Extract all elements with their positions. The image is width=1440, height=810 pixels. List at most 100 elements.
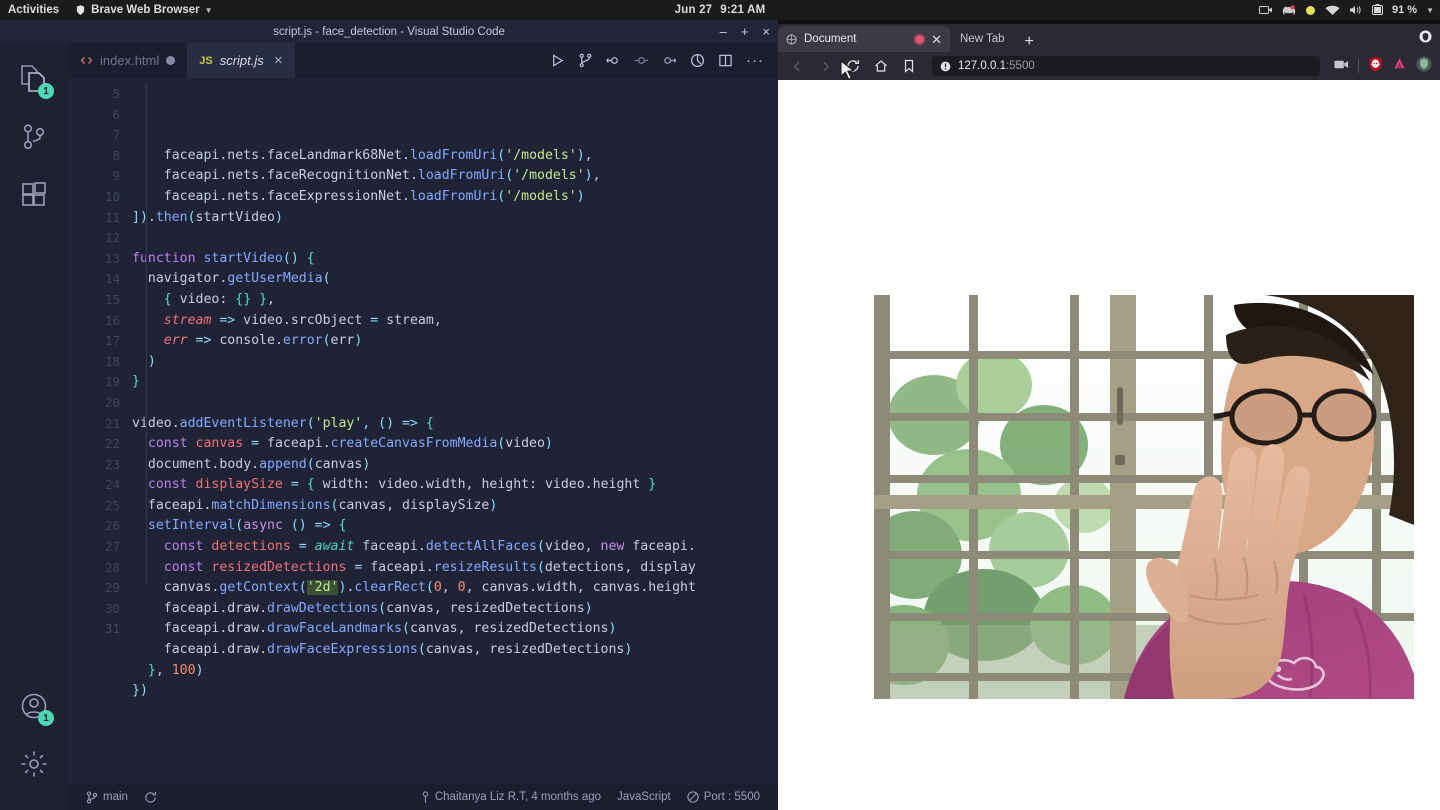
bookmark-button[interactable] [898, 55, 920, 77]
sidebar-item-source-control[interactable] [10, 113, 58, 161]
code-line[interactable]: const detections = await faceapi.detectA… [130, 537, 778, 558]
code-line[interactable]: faceapi.draw.drawDetections(canvas, resi… [130, 599, 778, 620]
code-content[interactable]: faceapi.nets.faceLandmark68Net.loadFromU… [130, 78, 778, 784]
sidebar-item-accounts[interactable]: 1 [10, 682, 58, 730]
code-line[interactable]: setInterval(async () => { [130, 516, 778, 537]
sidebar-item-explorer[interactable]: 1 [10, 55, 58, 103]
status-language[interactable]: JavaScript [609, 791, 679, 803]
code-line[interactable]: ]).then(startVideo) [130, 208, 778, 229]
code-line[interactable]: faceapi.draw.drawFaceExpressions(canvas,… [130, 640, 778, 661]
code-line[interactable]: function startVideo() { [130, 249, 778, 270]
address-bar[interactable]: 127.0.0.1:5500 [932, 56, 1320, 76]
forward-button[interactable] [814, 55, 836, 77]
code-line[interactable]: err => console.error(err) [130, 331, 778, 352]
unsaved-indicator[interactable] [166, 56, 176, 65]
run-icon[interactable] [550, 53, 565, 68]
info-circle-icon[interactable] [940, 61, 951, 72]
status-language-label: JavaScript [617, 791, 671, 803]
code-line[interactable] [130, 228, 778, 249]
status-branch[interactable]: main [78, 790, 136, 804]
extensions-icon [22, 182, 46, 206]
code-line[interactable]: video.addEventListener('play', () => { [130, 414, 778, 435]
code-token: ) [576, 147, 585, 163]
code-token: await [314, 539, 355, 555]
clock[interactable]: Jun 27 9:21 AM [0, 4, 1440, 16]
code-line[interactable]: const resizedDetections = faceapi.resize… [130, 558, 778, 579]
code-token: ) [584, 600, 593, 616]
home-button[interactable] [870, 55, 892, 77]
more-actions-icon[interactable]: ··· [746, 53, 764, 68]
tab-recording-indicator-icon[interactable] [915, 34, 925, 44]
code-line[interactable]: document.body.append(canvas) [130, 455, 778, 476]
code-line[interactable]: faceapi.nets.faceExpressionNet.loadFromU… [130, 187, 778, 208]
system-tray[interactable]: 91 % ▼ [1259, 0, 1434, 20]
sidebar-item-manage[interactable] [10, 740, 58, 788]
code-token: . [259, 188, 268, 204]
code-line[interactable]: const displaySize = { width: video.width… [130, 475, 778, 496]
maximize-button[interactable]: + [741, 24, 749, 39]
status-sync[interactable] [136, 791, 165, 804]
explorer-badge: 1 [38, 83, 54, 99]
camera-in-use-button[interactable] [1334, 57, 1349, 75]
back-button[interactable] [786, 55, 808, 77]
status-git-blame[interactable]: Chaitanya Liz R.T, 4 months ago [413, 790, 609, 804]
code-token: append [259, 456, 307, 472]
code-token: 0 [457, 580, 466, 596]
code-line[interactable]: }, 100) [130, 661, 778, 682]
browser-tab-document[interactable]: Document ✕ [778, 26, 950, 52]
code-line[interactable]: faceapi.nets.faceLandmark68Net.loadFromU… [130, 146, 778, 167]
code-token: , [441, 580, 458, 596]
vscode-activity-bar: 1 1 [0, 43, 68, 810]
code-line[interactable] [130, 393, 778, 414]
brave-shields-button[interactable] [1368, 56, 1383, 77]
code-token: , [584, 539, 601, 555]
split-editor-icon[interactable] [718, 53, 733, 68]
code-line[interactable]: }) [130, 681, 778, 702]
brave-rewards-button[interactable] [1392, 56, 1407, 76]
profile-button[interactable] [1416, 55, 1432, 77]
code-token: ]). [132, 209, 156, 225]
run-and-debug-icon[interactable] [578, 53, 593, 68]
code-token: draw [227, 642, 260, 658]
status-live-server-port[interactable]: Port : 5500 [679, 791, 768, 803]
code-token: , [465, 580, 482, 596]
brave-rewards-icon [1394, 58, 1405, 69]
code-line[interactable]: navigator.getUserMedia( [130, 269, 778, 290]
code-line[interactable]: ) [130, 352, 778, 373]
code-line[interactable]: } [130, 372, 778, 393]
debug-step-out-icon[interactable] [662, 53, 677, 68]
code-line[interactable]: faceapi.draw.drawFaceLandmarks(canvas, r… [130, 619, 778, 640]
debug-disconnect-icon[interactable] [634, 53, 649, 68]
tab-search-icon[interactable] [1419, 30, 1432, 48]
code-token: ) [195, 662, 204, 678]
new-tab-button[interactable]: + [1013, 34, 1046, 52]
tray-chevron-down-icon[interactable]: ▼ [1426, 6, 1434, 15]
browser-page-content[interactable] [778, 80, 1440, 810]
line-number: 23 [104, 456, 120, 472]
editor-tab-script-js[interactable]: JS script.js × [187, 43, 295, 78]
browser-tab-new-tab[interactable]: New Tab [950, 26, 1013, 52]
code-line[interactable]: { video: {} }, [130, 290, 778, 311]
tab-close-icon[interactable]: ✕ [931, 33, 942, 46]
code-token: new [600, 539, 625, 555]
code-token: startVideo [203, 250, 283, 266]
code-line[interactable]: faceapi.nets.faceRecognitionNet.loadFrom… [130, 166, 778, 187]
code-line[interactable]: canvas.getContext('2d').clearRect(0, 0, … [130, 578, 778, 599]
code-token: display [640, 559, 696, 575]
close-button[interactable]: × [762, 24, 770, 39]
close-icon[interactable]: × [274, 53, 283, 68]
code-line[interactable]: stream => video.srcObject = stream, [130, 311, 778, 332]
code-token: const [163, 539, 212, 555]
code-editor[interactable]: 5 6 7 8 9 10 11 12 13 14 15 16 17 18 19 20 21 22 23 24 25 26 2… [68, 78, 778, 784]
editor-tab-index-html[interactable]: index.html [68, 43, 188, 78]
code-line[interactable]: const canvas = faceapi.createCanvasFromM… [130, 434, 778, 455]
minimize-button[interactable]: – [720, 24, 727, 39]
code-token: canvas [314, 456, 363, 472]
code-line[interactable]: faceapi.matchDimensions(canvas, displayS… [130, 496, 778, 517]
reload-button[interactable] [842, 55, 864, 77]
debug-coverage-icon[interactable] [690, 53, 705, 68]
code-token: () [282, 250, 307, 266]
sidebar-item-extensions[interactable] [10, 171, 58, 219]
debug-step-icon[interactable] [606, 53, 621, 68]
code-token: stream [163, 312, 212, 328]
